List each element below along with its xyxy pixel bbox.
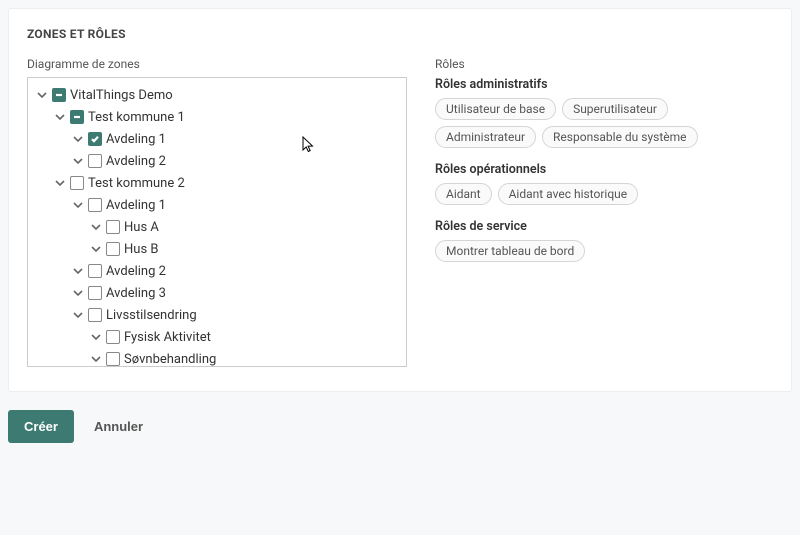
tree-node-k2-husA[interactable]: Hus A <box>88 216 402 238</box>
footer-actions: Créer Annuler <box>0 400 800 443</box>
chevron-down-icon[interactable] <box>54 177 66 189</box>
tree-node-kommune1[interactable]: Test kommune 1 <box>52 106 402 128</box>
tree-node-label: Livsstilsendring <box>106 308 197 323</box>
role-chip[interactable]: Superutilisateur <box>562 98 668 120</box>
roles-admin-title: Rôles administratifs <box>435 77 773 92</box>
chevron-down-icon[interactable] <box>90 243 102 255</box>
chevron-down-icon[interactable] <box>72 133 84 145</box>
tree-node-fysisk[interactable]: Fysisk Aktivitet <box>88 326 402 348</box>
tree-checkbox[interactable] <box>88 154 102 168</box>
tree-node-k2-avd2[interactable]: Avdeling 2 <box>70 260 402 282</box>
zones-roles-panel: ZONES ET RÔLES Diagramme de zones VitalT… <box>8 8 792 392</box>
tree-node-label: Test kommune 1 <box>88 110 185 125</box>
cancel-button[interactable]: Annuler <box>94 419 143 434</box>
chevron-down-icon[interactable] <box>72 155 84 167</box>
role-chip[interactable]: Aidant <box>435 183 492 205</box>
roles-service-title: Rôles de service <box>435 219 773 234</box>
role-chip[interactable]: Montrer tableau de bord <box>435 240 585 262</box>
tree-node-label: Hus B <box>124 242 158 257</box>
tree-node-label: Avdeling 2 <box>106 264 166 279</box>
zones-column: Diagramme de zones VitalThings Demo Test … <box>27 57 407 367</box>
create-button[interactable]: Créer <box>8 410 74 443</box>
tree-checkbox[interactable] <box>88 308 102 322</box>
tree-checkbox[interactable] <box>106 352 120 366</box>
tree-node-label: Avdeling 3 <box>106 286 166 301</box>
tree-node-label: Søvnbehandling <box>124 352 216 367</box>
chevron-down-icon[interactable] <box>90 331 102 343</box>
chevron-down-icon[interactable] <box>72 309 84 321</box>
tree-node-label: Avdeling 1 <box>106 198 166 213</box>
chevron-down-icon[interactable] <box>54 111 66 123</box>
tree-node-k2-husB[interactable]: Hus B <box>88 238 402 260</box>
tree-node-k1-avd1[interactable]: Avdeling 1 <box>70 128 402 150</box>
role-chip[interactable]: Aidant avec historique <box>498 183 639 205</box>
roles-section-label: Rôles <box>435 57 773 71</box>
role-chip[interactable]: Responsable du système <box>542 126 697 148</box>
roles-group-operational: Rôles opérationnels Aidant Aidant avec hi… <box>435 162 773 205</box>
tree-checkbox[interactable] <box>106 330 120 344</box>
tree-node-livsstil[interactable]: Livsstilsendring <box>70 304 402 326</box>
zone-tree[interactable]: VitalThings Demo Test kommune 1 Avdeling 1… <box>27 77 407 367</box>
chevron-down-icon[interactable] <box>72 199 84 211</box>
tree-node-label: Avdeling 2 <box>106 154 166 169</box>
tree-checkbox[interactable] <box>88 198 102 212</box>
role-chip[interactable]: Utilisateur de base <box>435 98 556 120</box>
tree-node-label: VitalThings Demo <box>70 88 173 103</box>
chevron-down-icon[interactable] <box>36 89 48 101</box>
chevron-down-icon[interactable] <box>72 265 84 277</box>
tree-checkbox[interactable] <box>70 110 84 124</box>
tree-checkbox[interactable] <box>88 264 102 278</box>
tree-checkbox[interactable] <box>106 242 120 256</box>
roles-column: Rôles Rôles administratifs Utilisateur d… <box>435 57 773 367</box>
roles-operational-title: Rôles opérationnels <box>435 162 773 177</box>
tree-node-k1-avd2[interactable]: Avdeling 2 <box>70 150 402 172</box>
tree-checkbox[interactable] <box>52 88 66 102</box>
tree-node-vitalthings[interactable]: VitalThings Demo <box>34 84 402 106</box>
tree-node-label: Test kommune 2 <box>88 176 185 191</box>
tree-checkbox[interactable] <box>106 220 120 234</box>
chevron-down-icon[interactable] <box>90 353 102 365</box>
tree-node-k2-avd1[interactable]: Avdeling 1 <box>70 194 402 216</box>
tree-node-label: Hus A <box>124 220 159 235</box>
tree-checkbox[interactable] <box>70 176 84 190</box>
tree-node-kommune2[interactable]: Test kommune 2 <box>52 172 402 194</box>
chevron-down-icon[interactable] <box>72 287 84 299</box>
roles-group-admin: Rôles administratifs Utilisateur de base… <box>435 77 773 148</box>
chevron-down-icon[interactable] <box>90 221 102 233</box>
panel-title: ZONES ET RÔLES <box>27 27 773 41</box>
roles-group-service: Rôles de service Montrer tableau de bord <box>435 219 773 262</box>
role-chip[interactable]: Administrateur <box>435 126 536 148</box>
tree-node-label: Avdeling 1 <box>106 132 166 147</box>
tree-node-sovn[interactable]: Søvnbehandling <box>88 348 402 367</box>
tree-checkbox[interactable] <box>88 286 102 300</box>
zones-section-label: Diagramme de zones <box>27 57 407 71</box>
tree-node-label: Fysisk Aktivitet <box>124 330 211 345</box>
tree-checkbox[interactable] <box>88 132 102 146</box>
tree-node-k2-avd3[interactable]: Avdeling 3 <box>70 282 402 304</box>
